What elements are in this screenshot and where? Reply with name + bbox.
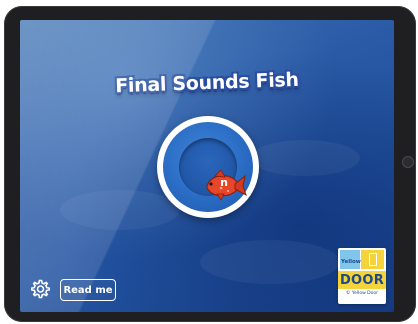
water-texture [200, 240, 340, 284]
water-texture [250, 140, 360, 176]
play-button-disc: n [163, 122, 253, 212]
fish-letter: n [220, 176, 228, 189]
app-screen: Final Sounds Fish n Read me Yellow DOOR … [20, 20, 394, 312]
door-icon [369, 253, 377, 266]
gear-icon [31, 279, 50, 299]
logo-top: Yellow [338, 248, 386, 270]
water-texture [60, 190, 180, 230]
read-me-button[interactable]: Read me [60, 279, 116, 301]
page-title: Final Sounds Fish [114, 68, 300, 98]
logo-main-text: DOOR [338, 271, 386, 289]
logo-small-text: Yellow [341, 259, 361, 265]
fish-icon: n [206, 169, 247, 201]
device-frame: Final Sounds Fish n Read me Yellow DOOR … [0, 0, 418, 324]
play-fish-button[interactable]: n [157, 116, 259, 218]
settings-button[interactable] [29, 278, 51, 300]
logo-credit: © Yellow Door [345, 291, 379, 296]
yellow-door-logo: Yellow DOOR © Yellow Door [338, 248, 386, 304]
play-button-inner: n [179, 138, 247, 201]
home-button[interactable] [402, 156, 414, 168]
